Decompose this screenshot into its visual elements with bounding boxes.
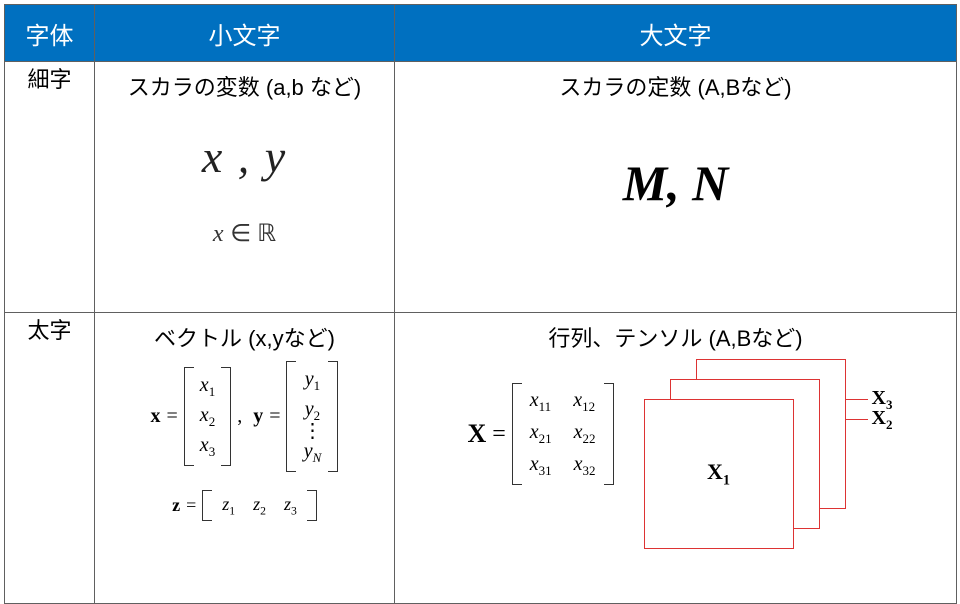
equals-sign-4: = bbox=[492, 421, 506, 448]
vector-y-label: y bbox=[253, 405, 263, 428]
bracket-close-icon bbox=[604, 383, 614, 485]
row-light: 細字 スカラの変数 (a,b など) x , y x ∈ ℝ スカラの定数 (A… bbox=[5, 62, 957, 313]
vector-y-entry: y1 bbox=[302, 365, 322, 395]
vector-x-entry: x3 bbox=[200, 431, 215, 461]
matrix-tensor-row: X = x11 x12 x21 x22 bbox=[395, 359, 956, 549]
row-bold-label-cell: 太字 bbox=[5, 313, 95, 604]
header-row: 字体 小文字 大文字 bbox=[5, 5, 957, 62]
bracket-close-icon bbox=[221, 367, 231, 466]
matrix-entry: x21 bbox=[530, 421, 552, 447]
tensor-slice-1: X1 bbox=[644, 399, 794, 549]
real-numbers-symbol: ℝ bbox=[257, 221, 276, 247]
scalar-var-example: x , y bbox=[95, 130, 394, 183]
vector-y-bracket: y1 y2 ⋮ yN bbox=[286, 361, 338, 472]
row-light-label-cell: 細字 bbox=[5, 62, 95, 313]
equals-sign-2: = bbox=[269, 405, 280, 428]
bracket-open-icon bbox=[512, 383, 522, 485]
header-col-uppercase: 大文字 bbox=[395, 5, 957, 62]
vector-x-entry: x1 bbox=[200, 371, 215, 401]
row-light-label: 細字 bbox=[27, 67, 71, 92]
row-bold: 太字 ベクトル (x,yなど) x = x1 x2 x3 , y bbox=[5, 313, 957, 604]
comma-y: , bbox=[237, 405, 247, 428]
matrix-entry: x31 bbox=[530, 453, 552, 479]
bracket-close-icon bbox=[307, 490, 317, 522]
header-col-typeface: 字体 bbox=[5, 5, 95, 62]
equals-sign-3: = bbox=[186, 495, 196, 516]
header-col-uppercase-label: 大文字 bbox=[640, 23, 712, 50]
tensor-mid-label: X2 bbox=[872, 407, 893, 433]
vector-x-label: x bbox=[151, 405, 161, 428]
scalar-var-domain: x ∈ ℝ bbox=[95, 219, 394, 248]
matrix-entries: x11 x12 x21 x22 x31 x32 bbox=[522, 383, 604, 485]
bracket-open-icon bbox=[184, 367, 194, 466]
cell-light-upper: スカラの定数 (A,Bなど) M, N bbox=[395, 62, 957, 313]
cell-bold-upper-title: 行列、テンソル (A,Bなど) bbox=[395, 321, 956, 353]
vector-y-entry: yN bbox=[302, 437, 322, 467]
vector-x-entries: x1 x2 x3 bbox=[194, 367, 221, 466]
notation-table-stage: 字体 小文字 大文字 細字 スカラの変数 (a,b など) x , y x ∈ … bbox=[0, 0, 960, 604]
equals-sign-1: = bbox=[167, 405, 178, 428]
tensor-diagram: X1 X3 X2 bbox=[644, 359, 884, 549]
element-of-symbol: ∈ bbox=[230, 221, 257, 247]
bracket-close-icon bbox=[328, 361, 338, 472]
scalar-const-example: M, N bbox=[395, 154, 956, 212]
vector-x-bracket: x1 x2 x3 bbox=[184, 367, 231, 466]
vector-z-bracket: z1 z2 z3 bbox=[202, 490, 317, 522]
matrix-entry: x11 bbox=[530, 389, 551, 415]
cell-bold-lower-title: ベクトル (x,yなど) bbox=[95, 321, 394, 353]
header-col-lowercase: 小文字 bbox=[95, 5, 395, 62]
row-bold-label: 太字 bbox=[27, 318, 71, 343]
vector-eq-line-2: z = z1 z2 z3 bbox=[95, 490, 394, 522]
cell-bold-upper: 行列、テンソル (A,Bなど) X = x11 x12 bbox=[395, 313, 957, 604]
cell-bold-lower: ベクトル (x,yなど) x = x1 x2 x3 , y = bbox=[95, 313, 395, 604]
vector-z-entries: z1 z2 z3 bbox=[212, 490, 307, 522]
tensor-tick-icon bbox=[846, 399, 868, 400]
matrix-row: x11 x12 bbox=[530, 389, 596, 415]
header-col-lowercase-label: 小文字 bbox=[209, 23, 281, 50]
matrix-X-label: X bbox=[467, 419, 486, 449]
cell-light-lower: スカラの変数 (a,b など) x , y x ∈ ℝ bbox=[95, 62, 395, 313]
matrix-entry: x12 bbox=[573, 389, 595, 415]
bracket-open-icon bbox=[286, 361, 296, 472]
vector-z-entry: z2 bbox=[253, 494, 266, 518]
cell-light-lower-title: スカラの変数 (a,b など) bbox=[95, 70, 394, 102]
tensor-front-label: X1 bbox=[707, 459, 730, 489]
header-col-typeface-label: 字体 bbox=[26, 23, 74, 50]
matrix-row: x31 x32 bbox=[530, 453, 596, 479]
vector-z-label: z bbox=[172, 495, 180, 516]
notation-table: 字体 小文字 大文字 細字 スカラの変数 (a,b など) x , y x ∈ … bbox=[4, 4, 957, 604]
matrix-bracket: x11 x12 x21 x22 x31 x32 bbox=[512, 383, 614, 485]
matrix-entry: x32 bbox=[574, 453, 596, 479]
vector-z-entry: z1 bbox=[222, 494, 235, 518]
vector-z-entry: z3 bbox=[284, 494, 297, 518]
cell-light-upper-title: スカラの定数 (A,Bなど) bbox=[395, 70, 956, 102]
matrix-entry: x22 bbox=[574, 421, 596, 447]
matrix-row: x21 x22 bbox=[530, 421, 596, 447]
vector-x-entry: x2 bbox=[200, 401, 215, 431]
tensor-tick-icon bbox=[846, 419, 868, 420]
scalar-var-x: x bbox=[213, 221, 224, 247]
vector-y-entries: y1 y2 ⋮ yN bbox=[296, 361, 328, 472]
bracket-open-icon bbox=[202, 490, 212, 522]
vertical-dots-icon: ⋮ bbox=[302, 425, 322, 437]
vector-eq-line-1: x = x1 x2 x3 , y = y1 bbox=[95, 361, 394, 472]
matrix-eq: X = x11 x12 x21 x22 bbox=[467, 383, 613, 485]
